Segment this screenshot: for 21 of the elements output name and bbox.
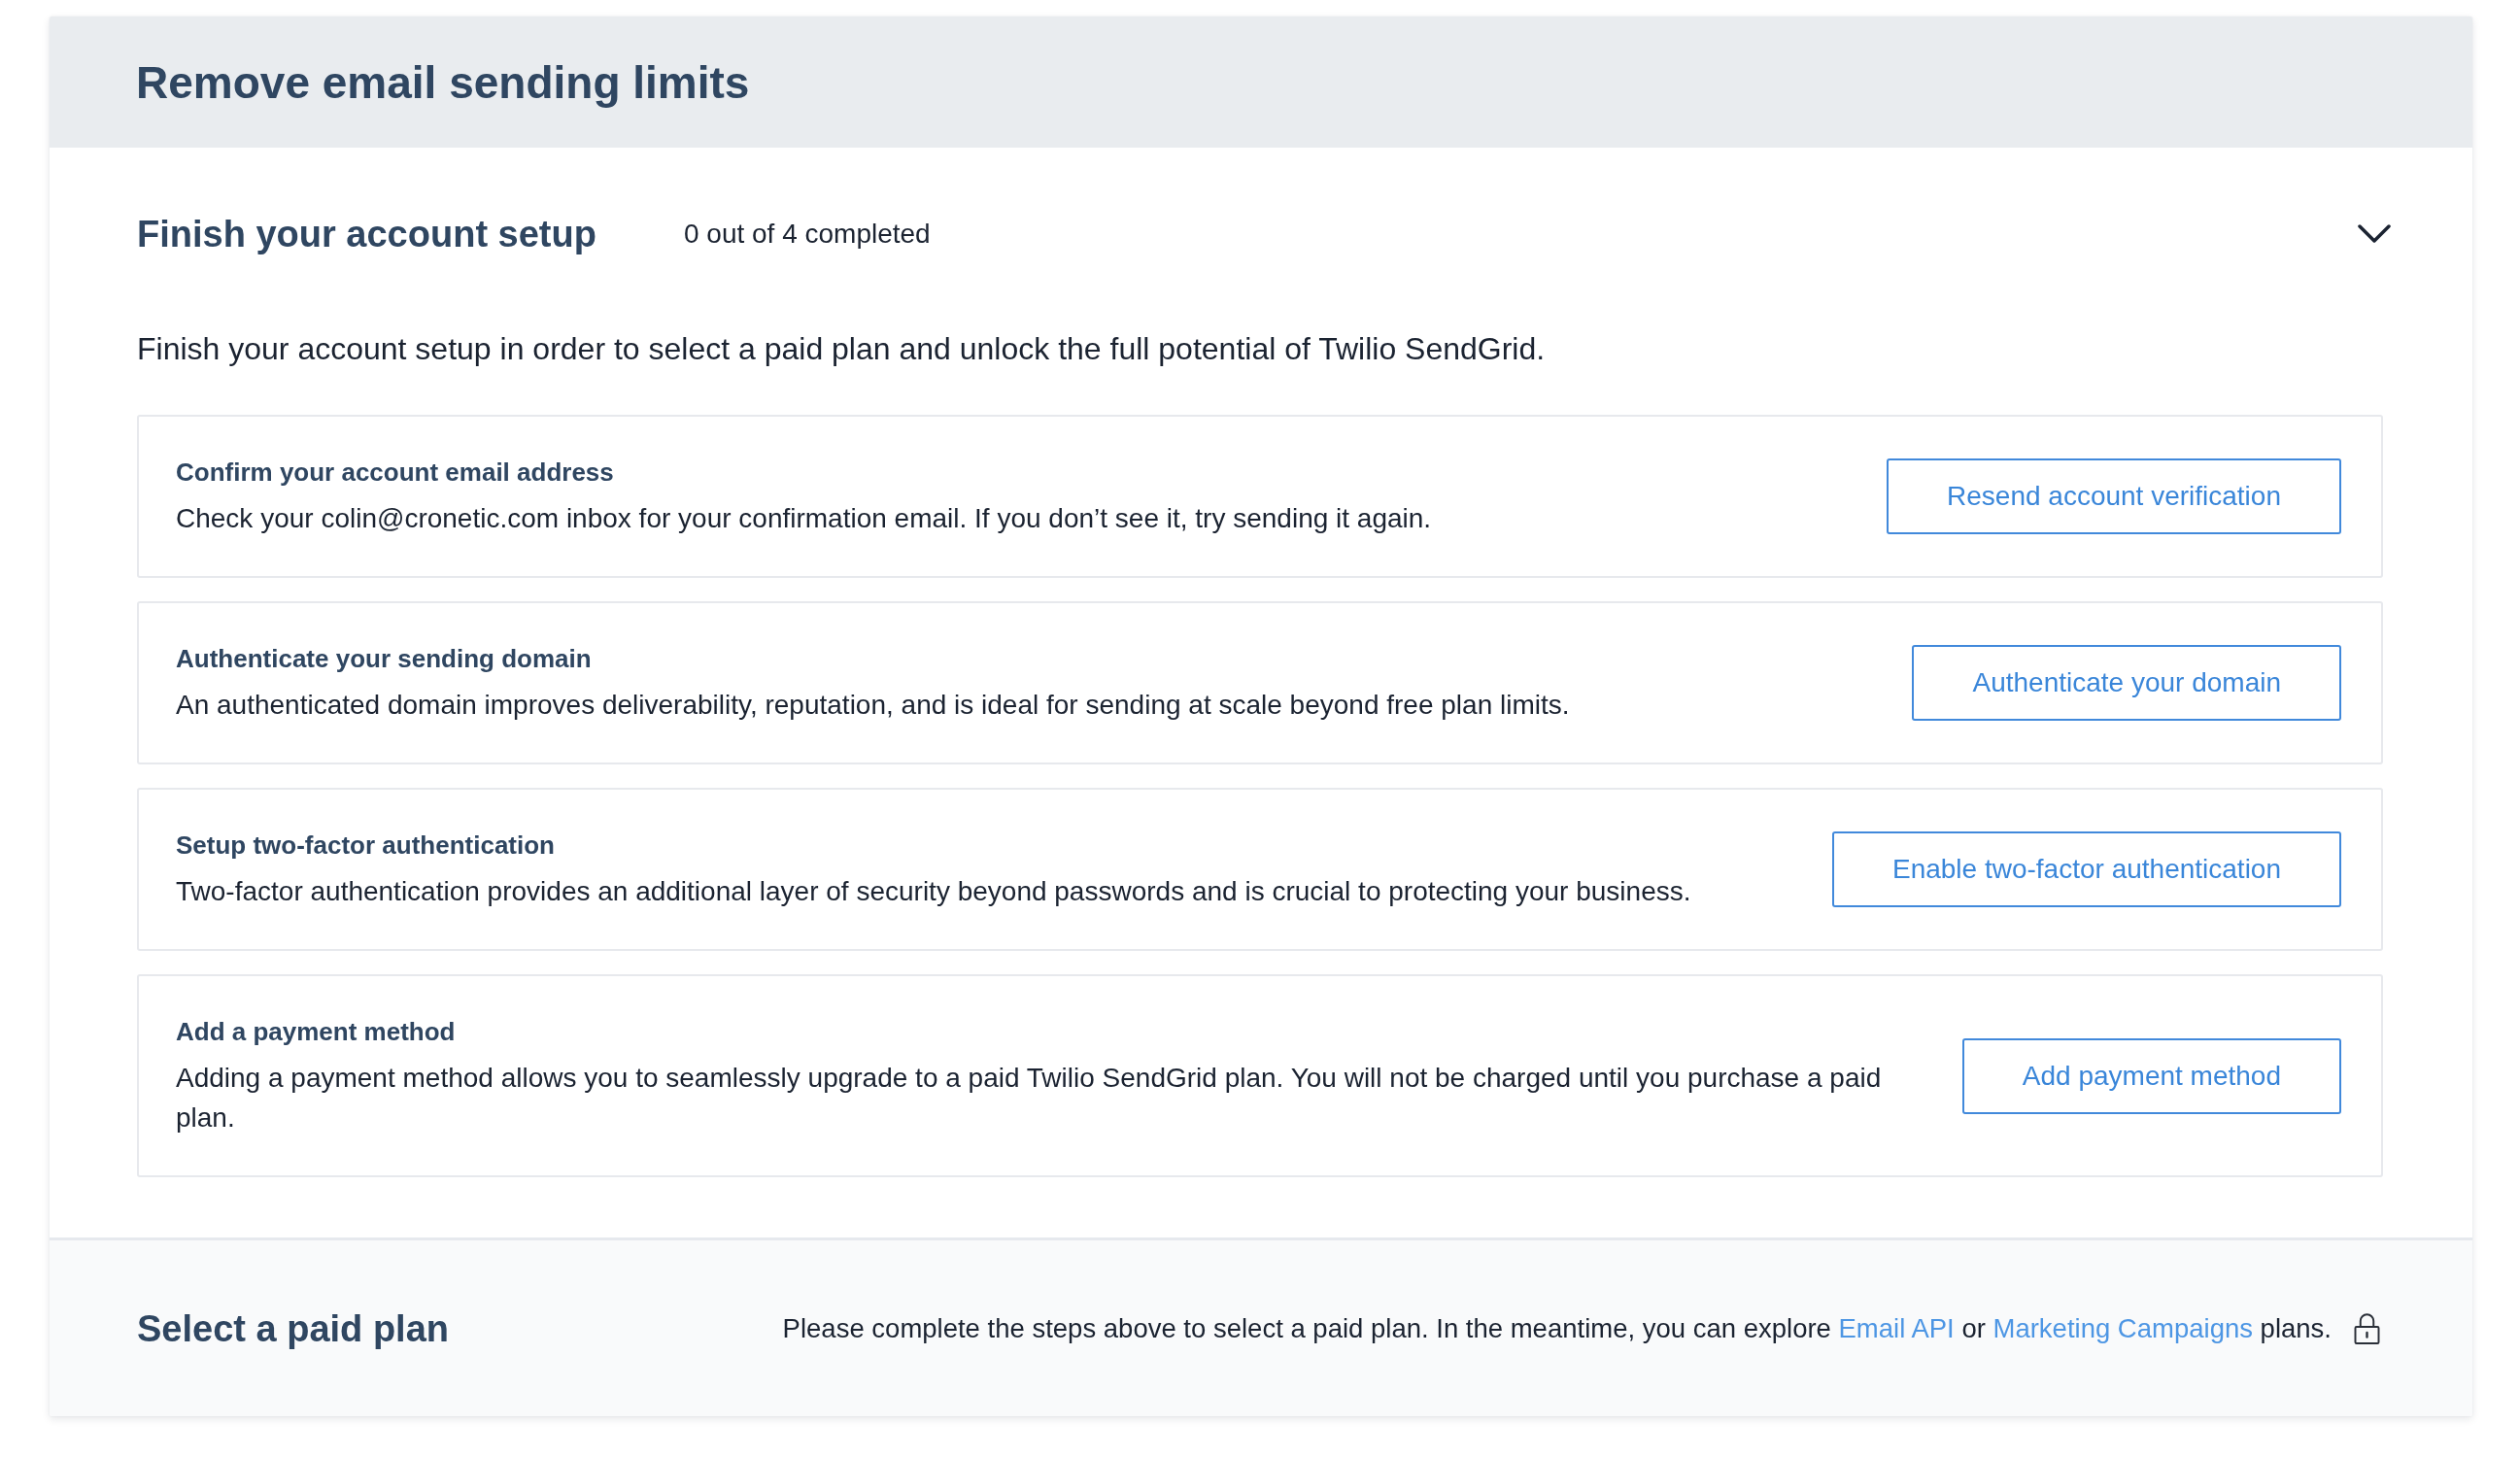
banner-title: Remove email sending limits <box>136 55 750 110</box>
step-title: Add a payment method <box>176 1016 457 1048</box>
step-button[interactable]: Enable two-factor authentication <box>1831 831 2341 907</box>
step-title: Authenticate your sending domain <box>176 643 593 675</box>
step-title: Setup two-factor authentication <box>176 830 556 862</box>
plan-message: Please complete the steps above to select a paid plan. In the meantime, you can explore Email API or Marketing Campaigns plans. <box>782 1311 2332 1345</box>
plan-link[interactable]: Email API <box>1838 1312 1955 1343</box>
chevron-down-icon[interactable] <box>2358 224 2391 244</box>
step-button[interactable]: Add payment method <box>1961 1037 2341 1114</box>
step-description: An authenticated domain improves deliverability, reputation, and is ideal for sending at scale beyond free plan limits. <box>176 689 1571 722</box>
step-button[interactable]: Resend account verification <box>1887 458 2341 534</box>
setup-description: Finish your account setup in order to select a paid plan and unlock the full potential of Twilio SendGrid. <box>137 330 1547 368</box>
plan-title: Select a paid plan <box>137 1306 449 1351</box>
section-title: Finish your account setup <box>137 213 596 256</box>
step-description: Two-factor authentication provides an additional layer of security beyond passwords and is crucial to protecting your business. <box>176 875 1692 908</box>
step-description: Check your colin@cronetic.com inbox for your confirmation email. If you don’t see it, try sending it again. <box>176 502 1433 535</box>
step-button[interactable]: Authenticate your domain <box>1912 645 2341 721</box>
progress-text: 0 out of 4 completed <box>683 218 931 251</box>
step-description: Adding a payment method allows you to seamlessly upgrade to a paid Twilio SendGrid plan. You will not be charged until you purchase a paid plan. <box>176 1062 1883 1135</box>
step-title: Confirm your account email address <box>176 457 615 489</box>
plan-link[interactable]: Marketing Campaigns <box>1992 1312 2253 1343</box>
